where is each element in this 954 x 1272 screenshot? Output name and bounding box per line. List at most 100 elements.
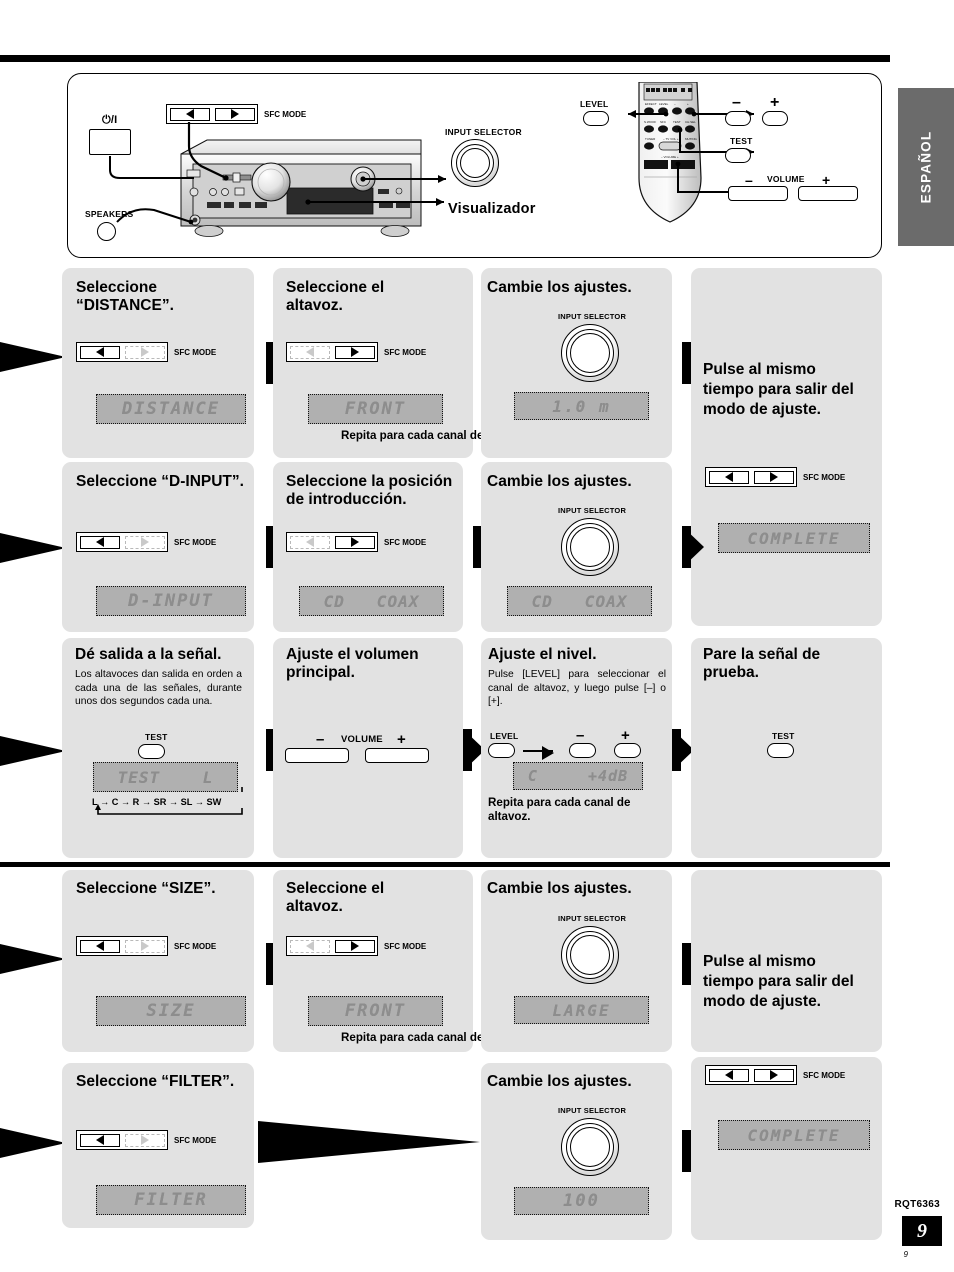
sfc-mode-left-button[interactable] [708, 1068, 749, 1082]
panel-size-select: Seleccione “SIZE”. SFC MODE SIZE [62, 870, 254, 1052]
sfc-mode-control[interactable]: SFC MODE [286, 532, 426, 552]
sfc-mode-left-button[interactable] [289, 939, 330, 953]
sfc-mode-box[interactable] [705, 1065, 797, 1085]
volume-minus-button[interactable] [285, 748, 349, 763]
hardware-illustration-box: ⏻/I SPEAKERS SFC MODE INPUT SELECTOR Vis… [67, 73, 882, 258]
sfc-mode-box[interactable] [705, 467, 797, 487]
sfc-mode-control[interactable]: SFC MODE [76, 936, 216, 956]
panel-title: Cambie los ajustes. [487, 1073, 632, 1090]
remote-volume-minus-button[interactable] [728, 186, 788, 201]
sfc-mode-box[interactable] [286, 342, 378, 362]
sfc-mode-label: SFC MODE [174, 1135, 217, 1145]
sfc-mode-left-button[interactable] [79, 535, 120, 549]
lcd-display: FRONT [308, 394, 443, 424]
sfc-mode-right-button[interactable] [753, 470, 794, 484]
row2-step-arrow-3 [682, 526, 704, 568]
remote-test-button[interactable] [725, 148, 751, 163]
panel-title: Ajuste el nivel. [488, 646, 597, 663]
volume-plus-button[interactable] [365, 748, 429, 763]
sfc-mode-control[interactable]: SFC MODE [76, 532, 216, 552]
input-selector-label: INPUT SELECTOR [558, 914, 627, 923]
sfc-mode-control[interactable]: SFC MODE [705, 467, 845, 487]
sfc-mode-control[interactable]: SFC MODE [76, 342, 216, 362]
lcd-display: COMPLETE [718, 1120, 870, 1150]
test-button-label: TEST [772, 731, 795, 741]
sfc-mode-right-button[interactable] [124, 535, 165, 549]
panel-title: Seleccione “FILTER”. [76, 1073, 235, 1090]
sfc-mode-right-button[interactable] [334, 939, 375, 953]
test-button-label: TEST [145, 732, 168, 742]
level-minus-label: – [576, 727, 585, 744]
input-selector-knob[interactable] [561, 518, 619, 576]
sfc-mode-box[interactable] [286, 936, 378, 956]
panel-test-output: Dé salida a la señal. Los altavoces dan … [62, 638, 254, 858]
panel-title: Seleccione el altavoz. [286, 880, 385, 915]
sfc-mode-left-button[interactable] [289, 535, 330, 549]
level-minus-button[interactable] [569, 743, 596, 758]
test-button[interactable] [138, 744, 165, 759]
remote-minus-button[interactable] [725, 111, 751, 126]
lcd-display: CD COAX [299, 586, 444, 616]
sfc-mode-box[interactable] [76, 936, 168, 956]
sfc-mode-box[interactable] [76, 342, 168, 362]
remote-volume-plus-button[interactable] [798, 186, 858, 201]
level-button-label: LEVEL [490, 731, 519, 741]
sfc-mode-control[interactable]: SFC MODE [286, 936, 426, 956]
sfc-mode-left-button[interactable] [79, 345, 120, 359]
sfc-mode-box[interactable] [76, 532, 168, 552]
panel-title: Pare la señal de prueba. [703, 646, 821, 681]
level-plus-button[interactable] [614, 743, 641, 758]
input-selector-knob[interactable] [561, 1118, 619, 1176]
input-selector-label: INPUT SELECTOR [558, 1106, 627, 1115]
panel-body: Pulse [LEVEL] para seleccionar el canal … [488, 669, 666, 708]
row1-entry-arrow [0, 336, 66, 378]
sfc-mode-left-button[interactable] [79, 1133, 120, 1147]
lcd-display: LARGE [514, 996, 649, 1024]
row5-long-arrow [258, 1117, 480, 1167]
sfc-mode-right-button[interactable] [124, 939, 165, 953]
level-to-adjust-arrow [523, 746, 554, 760]
lcd-display: 1.0 m [514, 392, 649, 420]
sfc-mode-control[interactable]: SFC MODE [286, 342, 426, 362]
sfc-mode-left-button[interactable] [79, 939, 120, 953]
sfc-mode-right-button[interactable] [753, 1068, 794, 1082]
panel-distance-change: Cambie los ajustes. INPUT SELECTOR 1.0 m [481, 268, 672, 458]
sfc-mode-right-button[interactable] [124, 345, 165, 359]
panel-note: Repita para cada canal de altavoz. [488, 796, 631, 824]
document-code: RQT6363 [894, 1199, 940, 1210]
remote-level-button[interactable] [583, 111, 609, 126]
panel-distance-speaker: Seleccione el altavoz. SFC MODE FRONT Re… [273, 268, 529, 458]
input-selector-label: INPUT SELECTOR [558, 312, 627, 321]
sfc-mode-left-button[interactable] [708, 470, 749, 484]
remote-volume-label: VOLUME [767, 174, 805, 184]
language-tab: ESPAÑOL [898, 88, 954, 246]
sfc-mode-label: SFC MODE [174, 537, 217, 547]
sfc-mode-label: SFC MODE [174, 941, 217, 951]
level-button[interactable] [488, 743, 515, 758]
sfc-mode-right-button[interactable] [334, 345, 375, 359]
page-number-badge: 9 [902, 1216, 942, 1246]
test-button[interactable] [767, 743, 794, 758]
panel-title: Seleccione “DISTANCE”. [76, 279, 174, 314]
lcd-display: C +4dB [513, 762, 643, 790]
panel-title: Seleccione la posición de introducción. [286, 473, 453, 508]
panel-title: Pulse al mismo tiempo para salir del mod… [703, 361, 854, 419]
remote-plus-button[interactable] [762, 111, 788, 126]
sfc-mode-control[interactable]: SFC MODE [76, 1130, 216, 1150]
sfc-mode-box[interactable] [286, 532, 378, 552]
input-selector-knob[interactable] [561, 926, 619, 984]
panel-title: Ajuste el volumen principal. [286, 646, 419, 681]
sfc-mode-right-button[interactable] [334, 535, 375, 549]
sfc-mode-right-button[interactable] [124, 1133, 165, 1147]
row3-entry-arrow [0, 730, 66, 772]
panel-distance-select: Seleccione “DISTANCE”. SFC MODE DISTANCE [62, 268, 254, 458]
panel-stop-test: Pare la señal de prueba. TEST [691, 638, 882, 858]
sfc-mode-label: SFC MODE [803, 472, 846, 482]
input-selector-knob[interactable] [561, 324, 619, 382]
panel-title: Seleccione “D-INPUT”. [76, 473, 244, 490]
panel-dinput-position: Seleccione la posición de introducción. … [273, 462, 463, 632]
sfc-mode-left-button[interactable] [289, 345, 330, 359]
panel-distance-exit: Pulse al mismo tiempo para salir del mod… [691, 268, 882, 626]
sfc-mode-control[interactable]: SFC MODE [705, 1065, 845, 1085]
sfc-mode-box[interactable] [76, 1130, 168, 1150]
